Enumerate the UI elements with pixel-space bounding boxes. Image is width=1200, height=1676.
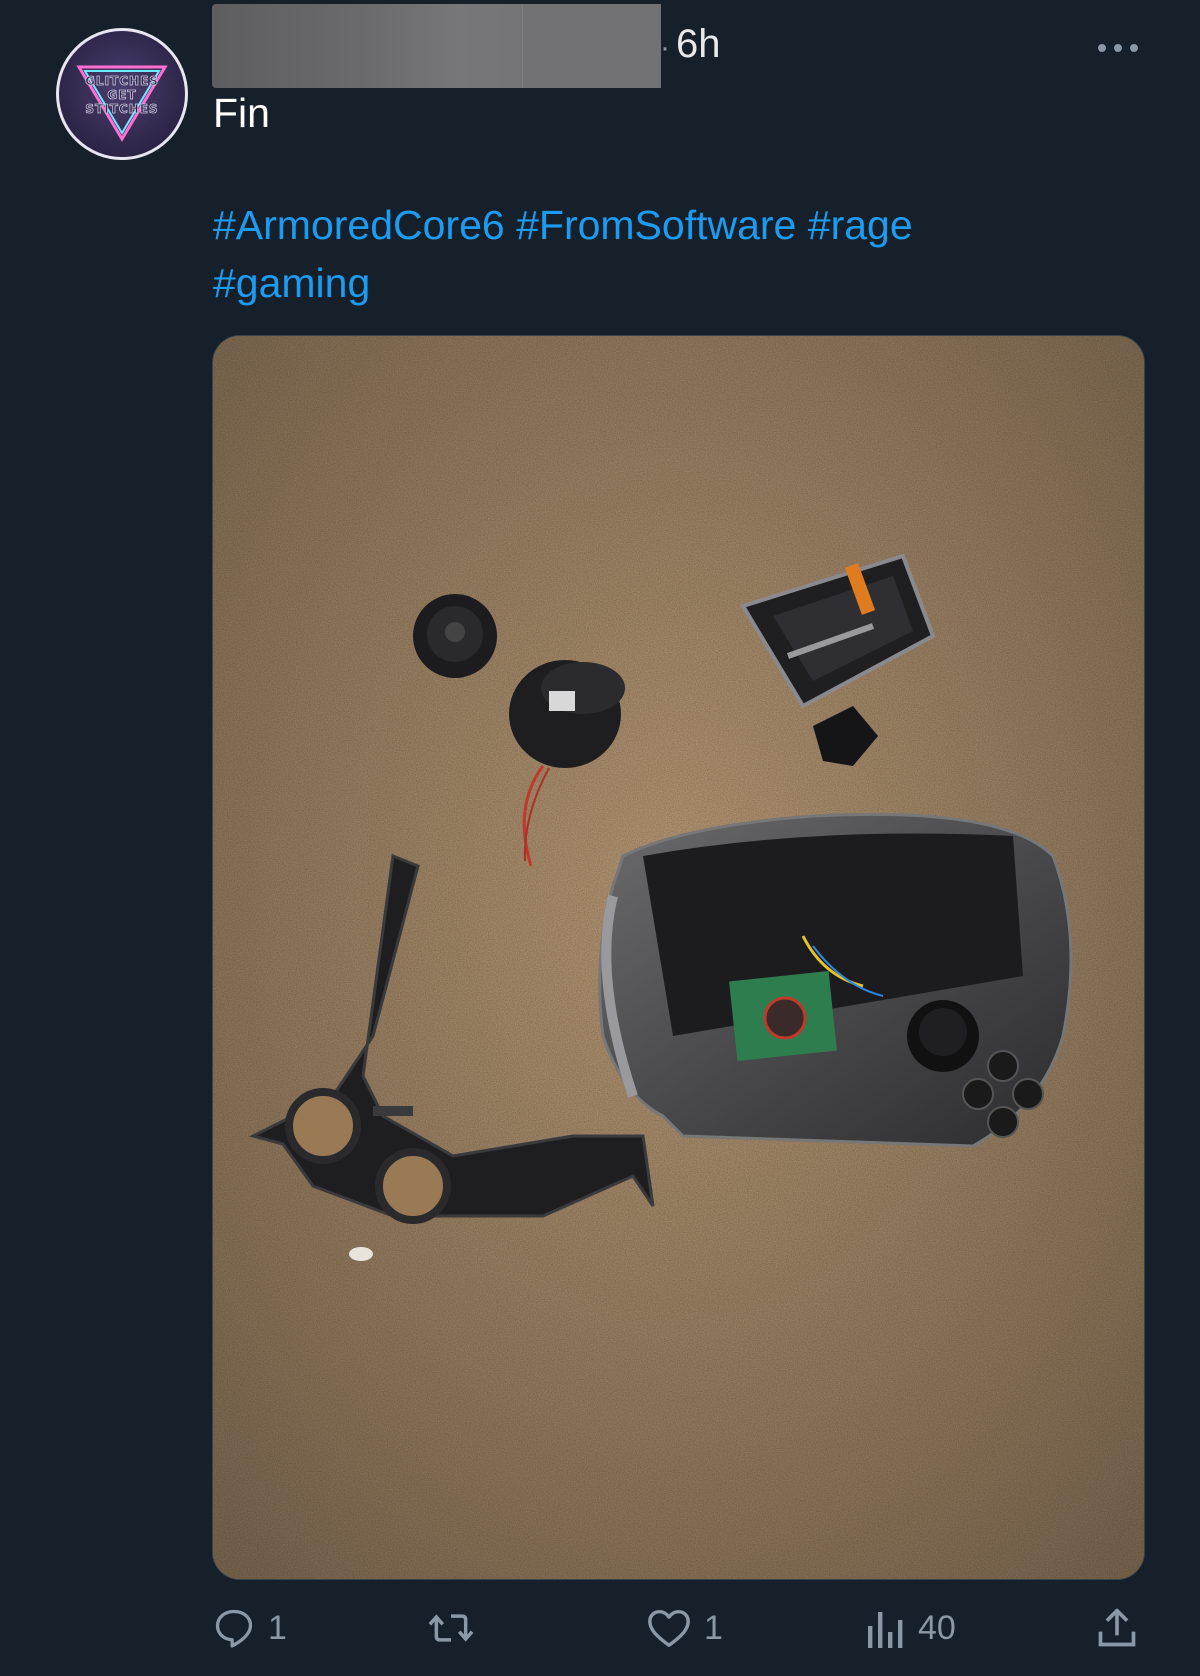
timestamp-value: 6h	[676, 22, 721, 66]
controller-body	[598, 812, 1073, 1148]
reply-button[interactable]: 1	[212, 1604, 287, 1652]
avatar-logo-line-3: STITCHES	[85, 102, 159, 116]
hashtag-link[interactable]: #FromSoftware	[516, 202, 796, 248]
share-icon	[1098, 1608, 1136, 1647]
tweet-hashtags: #ArmoredCore6 #FromSoftware #rage #gamin…	[213, 196, 1113, 312]
thumbstick-cap	[413, 594, 497, 678]
heart-icon	[648, 1609, 690, 1647]
reply-count: 1	[268, 1608, 287, 1647]
avatar-logo-line-1: GLITCHES	[85, 74, 159, 88]
tweet-photo[interactable]	[212, 335, 1145, 1580]
retweet-icon	[428, 1614, 474, 1642]
author-avatar[interactable]: GLITCHES GET STITCHES	[56, 28, 188, 160]
hashtag-link[interactable]: #rage	[808, 202, 913, 248]
like-button[interactable]: 1	[646, 1604, 723, 1652]
retweet-button[interactable]	[427, 1604, 487, 1652]
hashtag-link[interactable]: #ArmoredCore6	[213, 202, 505, 248]
timestamp-separator: ·	[660, 31, 670, 64]
tweet-timestamp[interactable]: · 6h	[660, 22, 721, 67]
tweet-text: Fin	[213, 90, 270, 136]
more-horizontal-icon[interactable]	[1096, 38, 1140, 58]
views-button[interactable]: 40	[866, 1604, 956, 1652]
reply-icon	[215, 1609, 253, 1648]
share-button[interactable]	[1096, 1604, 1138, 1652]
avatar-logo-line-2: GET	[107, 88, 137, 102]
redacted-author-name	[212, 4, 661, 88]
like-count: 1	[704, 1608, 723, 1647]
redacted-segment	[522, 4, 661, 88]
views-count: 40	[918, 1608, 956, 1647]
hashtag-link[interactable]: #gaming	[213, 260, 370, 306]
broken-controller-photo	[213, 336, 1144, 1579]
views-chart-icon	[868, 1612, 903, 1648]
